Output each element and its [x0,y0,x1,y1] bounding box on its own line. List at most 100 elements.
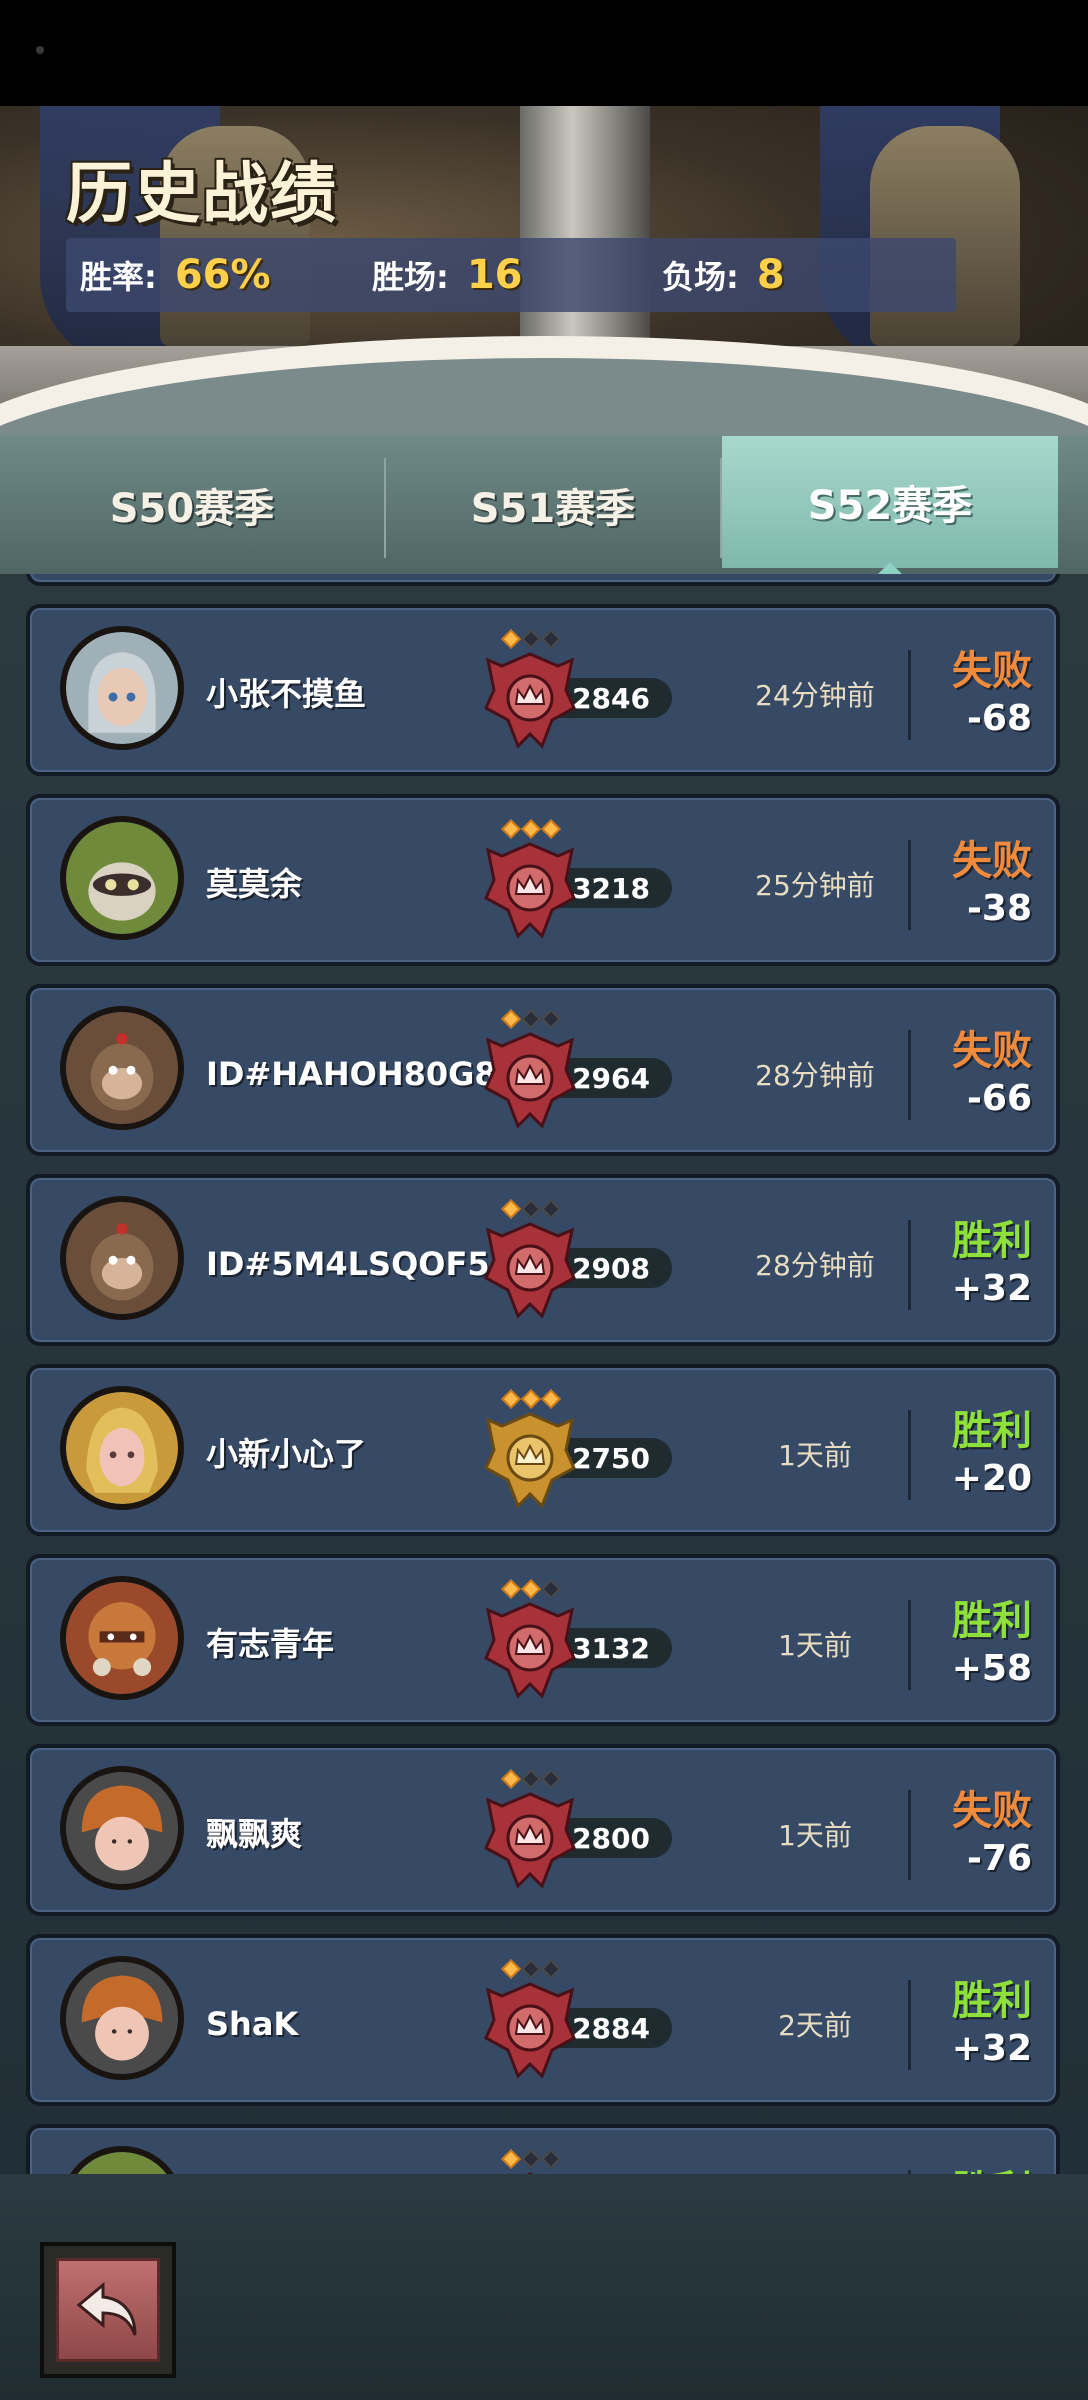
rank-star-icon [501,1579,521,1599]
player-name: 小张不摸鱼 [206,675,367,713]
stat-value: 16 [466,252,523,298]
match-result: 胜利 [952,1218,1032,1264]
match-row[interactable]: ID#HAHOH80G8 2964 28分钟前 失败 -66 [26,984,1060,1156]
stat-label: 胜场: [372,258,449,296]
row-divider [908,1600,911,1690]
rank-star-icon [521,1389,541,1409]
row-divider [908,1220,911,1310]
score-delta: +32 [951,1268,1032,1309]
match-result: 失败 [952,838,1032,884]
rank-block: 2884 [460,1954,700,2094]
status-dot [36,46,44,54]
losses-stat: 负场: 8 [662,246,785,304]
match-time: 1天前 [778,1629,852,1662]
player-name: 莫莫余 [206,865,303,903]
rank-stars [501,1769,561,1789]
rank-crest-icon [484,1032,576,1129]
player-avatar[interactable] [60,816,184,940]
player-avatar[interactable] [60,1956,184,2080]
monkey-king-avatar [66,1202,178,1314]
player-avatar[interactable] [60,1006,184,1130]
stat-value: 66% [174,252,271,298]
match-time: 1天前 [778,1819,852,1852]
rank-star-icon [541,2149,561,2169]
match-result: 失败 [952,1788,1032,1834]
player-avatar[interactable] [60,1766,184,1890]
player-name: ID#5M4LSQOF5 [206,1245,490,1283]
score-delta: -38 [966,888,1032,929]
rank-block: 3218 [460,814,700,954]
stat-label: 负场: [662,258,739,296]
rank-block: 2800 [460,1764,700,1904]
armored-warrior-avatar [66,1582,178,1694]
match-row[interactable]: 飘飘爽 2800 1天前 失败 -76 [26,1744,1060,1916]
rank-star-icon [521,1199,541,1219]
player-name: 有志青年 [206,1625,335,1663]
rank-star-icon [501,1199,521,1219]
match-row[interactable]: 小张不摸鱼 2846 24分钟前 失败 -68 [26,604,1060,776]
rank-stars [501,2149,561,2169]
row-divider [908,1410,911,1500]
rank-star-icon [501,1389,521,1409]
match-row[interactable]: ShaK 2884 2天前 胜利 +32 [26,1934,1060,2106]
silver-hair-hero-avatar [66,632,178,744]
tab-s52[interactable]: S52赛季 [722,436,1058,578]
match-row[interactable]: 有志青年 3132 1天前 胜利 +58 [26,1554,1060,1726]
rank-crest-icon [484,1222,576,1319]
score-delta: -68 [966,698,1032,739]
score-delta: +58 [951,1648,1032,1689]
match-time: 28分钟前 [755,1249,875,1282]
match-list[interactable]: 小张不摸鱼 2846 24分钟前 失败 -68 莫莫余 3218 25分钟前 失… [0,574,1088,2174]
stat-label: 胜率: [80,258,157,296]
rank-star-icon [501,819,521,839]
player-avatar[interactable] [60,626,184,750]
row-divider [908,1980,911,2070]
match-row[interactable]: ID#5M4LSQOF5 2908 28分钟前 胜利 +32 [26,1174,1060,1346]
rank-star-icon [501,1769,521,1789]
player-avatar[interactable] [60,1386,184,1510]
wins-stat: 胜场: 16 [372,246,522,304]
statue-decoration [870,126,1020,346]
rank-stars [501,1959,561,1979]
rank-star-icon [541,629,561,649]
player-name: ID#HAHOH80G8 [206,1055,497,1093]
score-delta: +20 [951,1458,1032,1499]
rank-crest-icon [484,842,576,939]
rank-star-icon [521,819,541,839]
bottom-bar [0,2174,1088,2400]
rank-star-icon [521,2149,541,2169]
pumpkin-head-avatar [66,1772,178,1884]
match-row[interactable]: 莫莫余 3218 25分钟前 失败 -38 [26,794,1060,966]
player-name: 小新小心了 [206,1435,367,1473]
stat-value: 8 [756,252,785,298]
rank-crest-icon [484,1982,576,2079]
rank-star-icon [541,1199,561,1219]
rank-star-icon [541,1959,561,1979]
rank-stars [501,1579,561,1599]
player-avatar[interactable] [60,1576,184,1700]
score-delta: +32 [951,2028,1032,2069]
tab-label: S52赛季 [807,483,973,529]
match-row[interactable]: 小新小心了 2750 1天前 胜利 +20 [26,1364,1060,1536]
rank-star-icon [501,1009,521,1029]
row-divider [908,650,911,740]
match-time: 28分钟前 [755,1059,875,1092]
back-button[interactable] [40,2242,176,2378]
rank-block: 2964 [460,1004,700,1144]
tab-s50[interactable]: S50赛季 [0,436,384,574]
rank-stars [501,1199,561,1219]
player-avatar[interactable] [60,2146,184,2174]
rank-block: 2908 [460,1194,700,1334]
rank-star-icon [541,1389,561,1409]
player-name: ShaK [206,2005,299,2043]
stats-bar: 胜率: 66% 胜场: 16 负场: 8 [66,238,956,312]
list-item [26,574,1060,586]
tab-s51[interactable]: S51赛季 [386,436,720,574]
match-result: 失败 [952,1028,1032,1074]
match-row[interactable]: 莫莫余 2864 2天前 胜利 [26,2124,1060,2174]
rank-star-icon [521,1579,541,1599]
rank-block: 2846 [460,624,700,764]
match-time: 1天前 [778,1439,852,1472]
rank-star-icon [541,1009,561,1029]
player-avatar[interactable] [60,1196,184,1320]
